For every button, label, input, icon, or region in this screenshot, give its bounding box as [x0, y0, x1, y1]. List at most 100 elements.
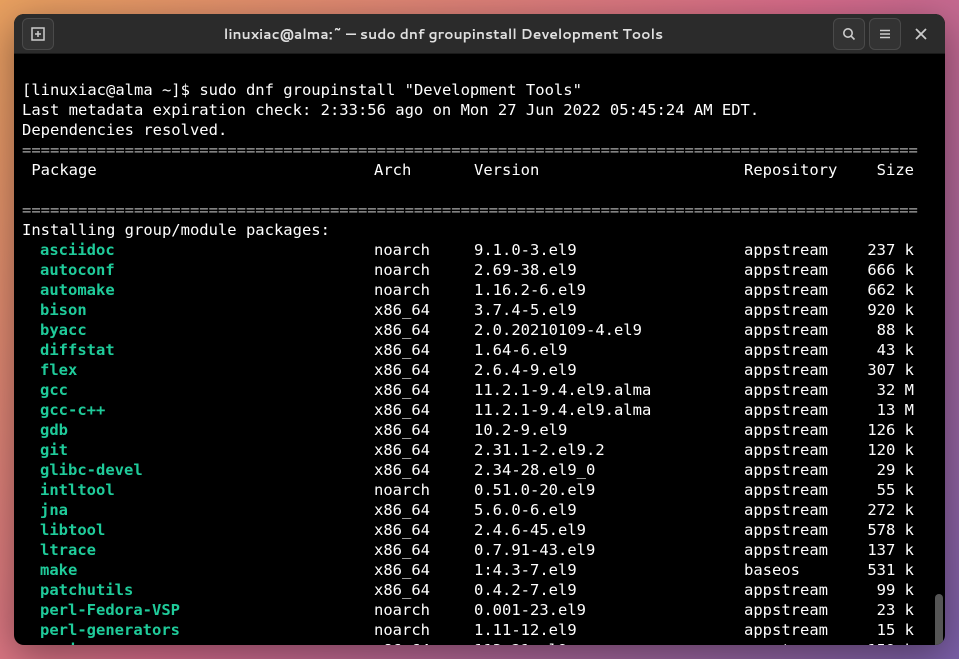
package-name: libtool — [40, 521, 105, 539]
window-title: linuxiac@alma:~ — sudo dnf groupinstall … — [56, 24, 831, 44]
col-version: Version — [474, 160, 744, 180]
package-version: 10.2-9.el9 — [474, 420, 744, 440]
package-version: 1.11-12.el9 — [474, 620, 744, 640]
package-name: gcc — [40, 381, 68, 399]
package-name: make — [40, 561, 77, 579]
col-size: Size — [854, 160, 914, 180]
package-size: 272 k — [854, 500, 914, 520]
package-size: 29 k — [854, 460, 914, 480]
package-row: bisonx86_643.7.4-5.el9appstream920 k — [22, 300, 937, 320]
package-name: intltool — [40, 481, 115, 499]
package-repo: appstream — [744, 300, 854, 320]
package-arch: x86_64 — [374, 520, 474, 540]
package-name: gcc-c++ — [40, 401, 105, 419]
metadata-line: Last metadata expiration check: 2:33:56 … — [22, 101, 759, 119]
command-text: sudo dnf groupinstall "Development Tools… — [199, 81, 582, 99]
package-name: bison — [40, 301, 87, 319]
package-size: 13 M — [854, 400, 914, 420]
package-version: 2.31.1-2.el9.2 — [474, 440, 744, 460]
package-name: perl-generators — [40, 621, 180, 639]
package-repo: appstream — [744, 260, 854, 280]
package-size: 666 k — [854, 260, 914, 280]
package-row: asciidocnoarch9.1.0-3.el9appstream237 k — [22, 240, 937, 260]
package-version: 1.16.2-6.el9 — [474, 280, 744, 300]
col-repository: Repository — [744, 160, 854, 180]
package-arch: x86_64 — [374, 560, 474, 580]
package-name: ltrace — [40, 541, 96, 559]
package-version: 113-21.el9 — [474, 640, 744, 645]
package-repo: appstream — [744, 620, 854, 640]
package-row: byaccx86_642.0.20210109-4.el9appstream88… — [22, 320, 937, 340]
package-arch: x86_64 — [374, 420, 474, 440]
titlebar: linuxiac@alma:~ — sudo dnf groupinstall … — [14, 14, 945, 54]
package-size: 662 k — [854, 280, 914, 300]
package-repo: appstream — [744, 360, 854, 380]
column-headers: PackageArchVersionRepositorySize — [22, 160, 937, 180]
menu-button[interactable] — [869, 18, 901, 50]
package-arch: x86_64 — [374, 340, 474, 360]
package-version: 2.4.6-45.el9 — [474, 520, 744, 540]
package-version: 1.64-6.el9 — [474, 340, 744, 360]
package-repo: appstream — [744, 500, 854, 520]
package-size: 126 k — [854, 420, 914, 440]
package-size: 159 k — [854, 640, 914, 645]
terminal-window: linuxiac@alma:~ — sudo dnf groupinstall … — [14, 14, 945, 645]
package-repo: appstream — [744, 400, 854, 420]
package-arch: noarch — [374, 620, 474, 640]
new-tab-button[interactable] — [22, 18, 54, 50]
package-row: perl-Fedora-VSPnoarch0.001-23.el9appstre… — [22, 600, 937, 620]
col-arch: Arch — [374, 160, 474, 180]
package-repo: appstream — [744, 440, 854, 460]
package-repo: appstream — [744, 340, 854, 360]
package-arch: x86_64 — [374, 400, 474, 420]
package-repo: appstream — [744, 420, 854, 440]
package-name: flex — [40, 361, 77, 379]
package-row: autoconfnoarch2.69-38.el9appstream666 k — [22, 260, 937, 280]
package-version: 0.4.2-7.el9 — [474, 580, 744, 600]
package-size: 137 k — [854, 540, 914, 560]
package-repo: appstream — [744, 240, 854, 260]
package-repo: appstream — [744, 460, 854, 480]
package-arch: x86_64 — [374, 440, 474, 460]
package-repo: appstream — [744, 480, 854, 500]
close-button[interactable] — [905, 18, 937, 50]
package-arch: x86_64 — [374, 320, 474, 340]
package-row: jnax86_645.6.0-6.el9appstream272 k — [22, 500, 937, 520]
search-button[interactable] — [833, 18, 865, 50]
package-version: 11.2.1-9.4.el9.alma — [474, 400, 744, 420]
divider-top: ========================================… — [22, 141, 918, 159]
package-row: gdb x86_6410.2-9.el9appstream126 k — [22, 420, 937, 440]
shell-prompt: [linuxiac@alma ~]$ — [22, 81, 199, 99]
package-row: libtoolx86_642.4.6-45.el9appstream578 k — [22, 520, 937, 540]
package-arch: x86_64 — [374, 360, 474, 380]
package-name: jna — [40, 501, 68, 519]
package-row: gccx86_6411.2.1-9.4.el9.almaappstream32 … — [22, 380, 937, 400]
package-version: 2.0.20210109-4.el9 — [474, 320, 744, 340]
scrollbar-thumb[interactable] — [935, 594, 943, 645]
deps-line: Dependencies resolved. — [22, 121, 227, 139]
package-name: git — [40, 441, 68, 459]
package-arch: noarch — [374, 600, 474, 620]
terminal-body[interactable]: [linuxiac@alma ~]$ sudo dnf groupinstall… — [14, 54, 945, 645]
package-arch: x86_64 — [374, 500, 474, 520]
package-row: gcc-c++ x86_6411.2.1-9.4.el9.almaappstrea… — [22, 400, 937, 420]
package-name: byacc — [40, 321, 87, 339]
package-version: 2.6.4-9.el9 — [474, 360, 744, 380]
package-name: perl-Fedora-VSP — [40, 601, 180, 619]
package-row: patchutilsx86_640.4.2-7.el9appstream99 k — [22, 580, 937, 600]
package-arch: noarch — [374, 480, 474, 500]
package-size: 55 k — [854, 480, 914, 500]
package-version: 11.2.1-9.4.el9.alma — [474, 380, 744, 400]
package-version: 0.51.0-20.el9 — [474, 480, 744, 500]
package-arch: noarch — [374, 260, 474, 280]
group-line: Installing group/module packages: — [22, 221, 330, 239]
package-name: gdb — [40, 421, 68, 439]
package-row: flex x86_642.6.4-9.el9appstream307 k — [22, 360, 937, 380]
package-size: 88 k — [854, 320, 914, 340]
divider-mid: ========================================… — [22, 201, 918, 219]
package-size: 307 k — [854, 360, 914, 380]
package-size: 578 k — [854, 520, 914, 540]
package-size: 237 k — [854, 240, 914, 260]
col-package: Package — [22, 160, 374, 180]
package-version: 3.7.4-5.el9 — [474, 300, 744, 320]
